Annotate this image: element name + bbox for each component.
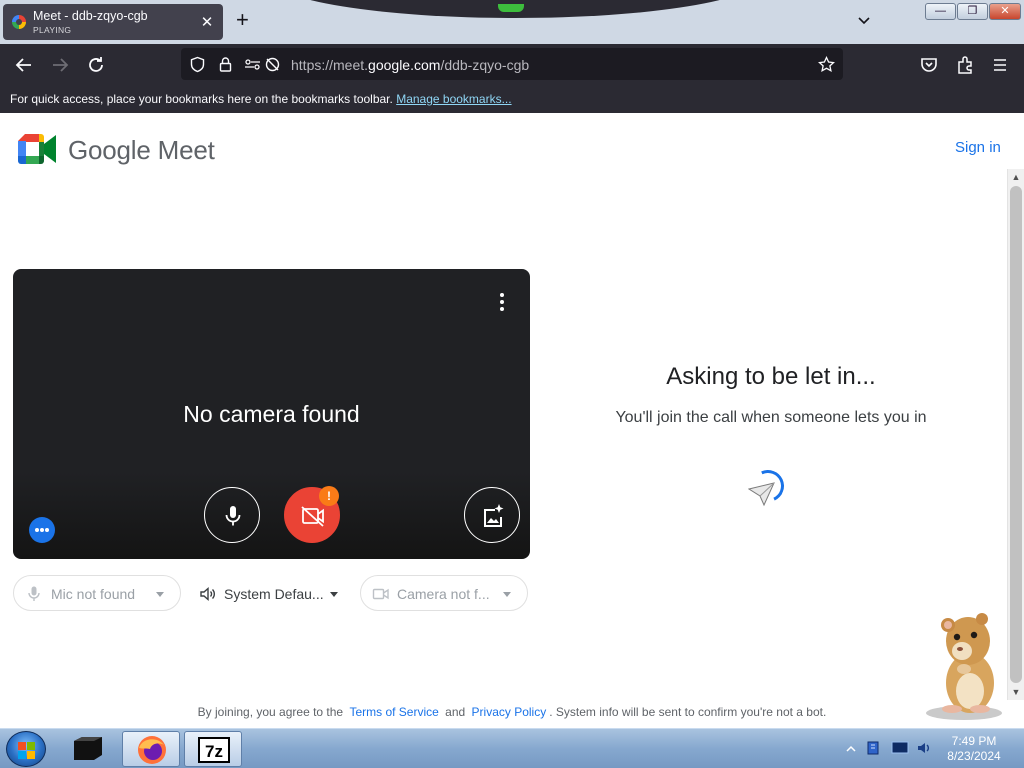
google-meet-logo-icon — [18, 134, 56, 164]
video-preview: No camera found ! — [13, 269, 530, 559]
chevron-down-icon — [330, 592, 338, 597]
forward-arrow-icon[interactable] — [49, 54, 71, 76]
taskbar-firefox[interactable] — [122, 731, 180, 767]
7zip-icon: 7z — [198, 737, 230, 763]
clock-time: 7:49 PM — [951, 734, 997, 748]
close-window-button[interactable]: ✕ — [989, 3, 1021, 20]
meet-page: Google Meet Sign in ▲ ▼ No camera found … — [0, 113, 1024, 728]
permissions-icon[interactable] — [244, 56, 261, 73]
more-options-icon[interactable] — [497, 293, 507, 313]
shield-icon[interactable] — [189, 56, 206, 73]
new-tab-button[interactable]: + — [236, 9, 249, 31]
terminal-icon — [74, 737, 102, 760]
minimize-button[interactable]: — — [925, 3, 956, 20]
tab-meet[interactable]: Meet - ddb-zqyo-cgb PLAYING ✕ — [3, 4, 223, 40]
reload-icon[interactable] — [85, 54, 107, 76]
back-arrow-icon[interactable] — [13, 54, 35, 76]
microphone-icon — [28, 586, 40, 601]
no-camera-message: No camera found — [183, 401, 360, 427]
mic-select-label: Mic not found — [51, 586, 136, 602]
scroll-up-icon[interactable]: ▲ — [1008, 169, 1024, 185]
pocket-icon[interactable] — [918, 54, 940, 76]
video-camera-icon — [372, 588, 389, 600]
mouse-cursor-icon — [748, 482, 775, 507]
show-hidden-icons-icon[interactable] — [846, 744, 856, 754]
camera-select-label: Camera not f... — [397, 586, 490, 602]
asking-title: Asking to be let in... — [666, 363, 876, 390]
address-bar[interactable]: https://meet.google.com/ddb-zqyo-cgb — [181, 48, 843, 80]
effects-sparkle-icon — [484, 504, 504, 527]
terms-footer: By joining, you agree to the Terms of Se… — [197, 705, 827, 719]
asking-subtitle: You'll join the call when someone lets y… — [615, 409, 927, 426]
tab-close-icon[interactable]: ✕ — [199, 13, 215, 31]
speaker-select-label: System Defau... — [224, 586, 324, 602]
page-scrollbar[interactable]: ▲ ▼ — [1007, 169, 1024, 700]
mic-select[interactable]: Mic not found — [13, 575, 181, 611]
tab-playing-status: PLAYING — [33, 25, 72, 35]
microphone-button[interactable] — [204, 487, 260, 543]
display-tray-icon[interactable] — [891, 740, 909, 756]
sign-in-link[interactable]: Sign in — [955, 139, 1001, 156]
speaker-icon — [200, 586, 215, 602]
url-text[interactable]: https://meet.google.com/ddb-zqyo-cgb — [291, 57, 529, 73]
start-button[interactable] — [6, 731, 46, 767]
maximize-button[interactable]: ❐ — [957, 3, 988, 20]
volume-tray-icon[interactable] — [916, 740, 932, 756]
privacy-policy-link[interactable]: Privacy Policy — [472, 705, 547, 719]
chevron-down-icon — [503, 592, 511, 597]
svg-text:7z: 7z — [205, 742, 223, 761]
navigation-toolbar: https://meet.google.com/ddb-zqyo-cgb — [0, 44, 1024, 85]
more-actions-button[interactable] — [29, 517, 55, 543]
taskbar-terminal[interactable] — [60, 731, 118, 767]
speaker-select[interactable]: System Defau... — [186, 575, 354, 611]
manage-bookmarks-link[interactable]: Manage bookmarks... — [396, 92, 511, 106]
titlebar-decoration — [270, 0, 760, 18]
terms-of-service-link[interactable]: Terms of Service — [349, 705, 438, 719]
firefox-icon — [138, 736, 166, 764]
visual-effects-button[interactable] — [464, 487, 520, 543]
taskbar-7zip[interactable]: 7z — [184, 731, 242, 767]
brand-title: Google Meet — [68, 135, 215, 165]
chevron-down-icon — [156, 592, 164, 597]
list-all-tabs-chevron-icon[interactable] — [856, 12, 872, 28]
browser-titlebar: Meet - ddb-zqyo-cgb PLAYING ✕ + — ❐ ✕ — [0, 0, 1024, 44]
extensions-icon[interactable] — [954, 54, 976, 76]
camera-blocked-icon[interactable] — [264, 56, 281, 73]
bookmarks-message: For quick access, place your bookmarks h… — [10, 92, 393, 106]
taskbar-clock[interactable]: 7:49 PM 8/23/2024 — [934, 734, 1014, 764]
network-tray-icon[interactable] — [866, 740, 882, 756]
menu-hamburger-icon[interactable] — [989, 54, 1011, 76]
meet-favicon-icon — [12, 15, 26, 29]
hamster-mascot-icon — [926, 613, 1002, 720]
lock-icon[interactable] — [217, 56, 234, 73]
camera-warning-badge[interactable]: ! — [319, 486, 339, 506]
scrollbar-thumb[interactable] — [1010, 186, 1022, 683]
tab-title: Meet - ddb-zqyo-cgb — [33, 9, 148, 23]
windows-taskbar: 7z 7:49 PM 8/23/2024 — [0, 728, 1024, 768]
scroll-down-icon[interactable]: ▼ — [1008, 684, 1024, 700]
microphone-icon — [225, 506, 241, 526]
clock-date: 8/23/2024 — [947, 749, 1001, 763]
bookmarks-toolbar: For quick access, place your bookmarks h… — [0, 85, 1024, 113]
camera-select[interactable]: Camera not f... — [360, 575, 528, 611]
bookmark-star-icon[interactable] — [818, 56, 835, 73]
